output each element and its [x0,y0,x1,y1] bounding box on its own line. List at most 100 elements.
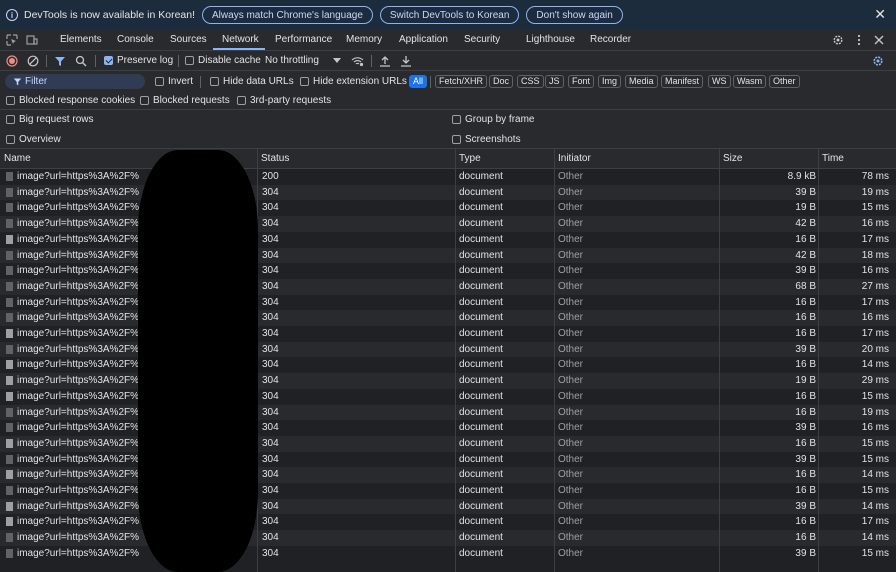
column-header-status[interactable]: Status [261,149,289,168]
column-header-type[interactable]: Type [459,149,481,168]
request-initiator[interactable]: Other [558,514,583,530]
clear-icon[interactable] [27,55,39,67]
table-row[interactable]: image?url=https%3A%2F%2 -minio-api 304 d… [0,357,896,373]
table-row[interactable]: image?url=https%3A%2F%2 -minio-ap 304 do… [0,263,896,279]
table-row[interactable]: image?url=https%3A%2F%2 -minio-api 304 d… [0,514,896,530]
request-initiator[interactable]: Other [558,373,583,389]
invert-checkbox[interactable] [155,77,164,86]
request-initiator[interactable]: Other [558,389,583,405]
screenshots-checkbox[interactable] [452,135,461,144]
table-row[interactable]: image?url=https%3A%2F%2 -minio-api 304 d… [0,546,896,562]
tab-application[interactable]: Application [399,30,448,50]
table-row[interactable]: image?url=https%3A%2F%2 -minio-api 304 d… [0,452,896,468]
table-row[interactable]: image?url=https%3A%2F%2 -minio-ap 304 do… [0,326,896,342]
table-row[interactable]: image?url=https%3A%2F%2 -minio-ap 200 do… [0,169,896,185]
type-filter-other[interactable]: Other [769,75,800,88]
network-settings-gear-icon[interactable] [872,55,884,67]
more-options-icon[interactable] [853,34,865,46]
inspect-element-icon[interactable] [6,34,18,46]
request-initiator[interactable]: Other [558,405,583,421]
tab-security[interactable]: Security [464,30,500,50]
table-row[interactable]: image?url=https%3A%2F%2 -minio-api 304 d… [0,404,896,421]
table-row[interactable]: image?url=https%3A%2F%2 -minio-ap 304 do… [0,310,896,326]
disable-cache-checkbox[interactable] [185,56,194,65]
table-row[interactable]: image?url=https%3A%2F%2 -minio-ap 304 do… [0,247,896,264]
table-row[interactable]: image?url=https%3A%2F%2 -minio-ap 304 do… [0,184,896,201]
tab-sources[interactable]: Sources [170,30,207,50]
group-by-frame-checkbox[interactable] [452,115,461,124]
dont-show-again-button[interactable]: Don't show again [526,6,623,24]
request-initiator[interactable]: Other [558,295,583,311]
request-initiator[interactable]: Other [558,499,583,515]
stop-recording-icon[interactable] [6,55,18,67]
close-infobar-icon[interactable]: ✕ [874,6,886,23]
table-row[interactable]: image?url=https%3A%2F%2 -minio-ap 304 do… [0,216,896,232]
request-initiator[interactable]: Other [558,263,583,279]
tab-network[interactable]: Network [222,30,259,50]
table-row[interactable]: image?url=https%3A%2F%2 -minio-ap 304 do… [0,200,896,216]
match-chrome-language-button[interactable]: Always match Chrome's language [202,6,373,24]
column-header-initiator[interactable]: Initiator [558,149,591,168]
big-request-rows-checkbox[interactable] [6,115,15,124]
table-row[interactable]: image?url=https%3A%2F%2 -minio-api 304 d… [0,420,896,436]
request-initiator[interactable]: Other [558,216,583,232]
tab-console[interactable]: Console [117,30,154,50]
request-initiator[interactable]: Other [558,357,583,373]
overview-checkbox[interactable] [6,135,15,144]
request-initiator[interactable]: Other [558,248,583,264]
filter-input[interactable]: Filter [5,74,145,89]
request-initiator[interactable]: Other [558,326,583,342]
table-row[interactable]: image?url=https%3A%2F%2 -minio-ap 304 do… [0,232,896,248]
close-devtools-icon[interactable] [873,34,885,46]
column-header-name[interactable]: Name [4,149,31,168]
request-initiator[interactable]: Other [558,546,583,562]
type-filter-js[interactable]: JS [545,75,564,88]
column-header-size[interactable]: Size [723,149,742,168]
tab-performance[interactable]: Performance [275,30,332,50]
type-filter-fetch-xhr[interactable]: Fetch/XHR [435,75,488,88]
column-header-time[interactable]: Time [822,149,844,168]
type-filter-css[interactable]: CSS [517,75,544,88]
request-initiator[interactable]: Other [558,279,583,295]
switch-to-korean-button[interactable]: Switch DevTools to Korean [379,6,520,24]
request-initiator[interactable]: Other [558,200,583,216]
tab-lighthouse[interactable]: Lighthouse [526,30,575,50]
request-initiator[interactable]: Other [558,310,583,326]
table-row[interactable]: image?url=https%3A%2F%2 -minio-ap 304 do… [0,278,896,295]
hide-data-urls-checkbox[interactable] [210,77,219,86]
request-initiator[interactable]: Other [558,467,583,483]
type-filter-ws[interactable]: WS [708,75,731,88]
blocked-response-cookies-checkbox[interactable] [6,96,15,105]
filter-icon[interactable] [54,55,66,67]
request-initiator[interactable]: Other [558,452,583,468]
table-row[interactable]: image?url=https%3A%2F%2 -minio-api 304 d… [0,483,896,499]
export-har-icon[interactable] [400,55,412,67]
type-filter-font[interactable]: Font [568,75,595,88]
import-har-icon[interactable] [379,55,391,67]
request-initiator[interactable]: Other [558,169,583,185]
table-row[interactable]: image?url=https%3A%2F%2 -minio-api 304 d… [0,373,896,389]
request-initiator[interactable]: Other [558,420,583,436]
request-initiator[interactable]: Other [558,185,583,201]
table-row[interactable]: image?url=https%3A%2F%2 -minio-api 304 d… [0,435,896,452]
search-icon[interactable] [75,55,87,67]
network-conditions-icon[interactable] [351,55,364,67]
third-party-requests-checkbox[interactable] [237,96,246,105]
table-row[interactable]: image?url=https%3A%2F%2 -minio-api 304 d… [0,498,896,515]
preserve-log-checkbox[interactable] [104,56,113,65]
request-initiator[interactable]: Other [558,530,583,546]
blocked-requests-checkbox[interactable] [140,96,149,105]
hide-extension-urls-checkbox[interactable] [300,77,309,86]
request-initiator[interactable]: Other [558,483,583,499]
table-row[interactable]: image?url=https%3A%2F%2 -minio-ap 304 do… [0,341,896,358]
request-initiator[interactable]: Other [558,342,583,358]
tab-recorder[interactable]: Recorder [590,30,631,50]
tab-elements[interactable]: Elements [60,30,102,50]
type-filter-img[interactable]: Img [598,75,622,88]
gear-icon[interactable] [832,34,844,46]
type-filter-all[interactable]: All [409,75,428,88]
type-filter-media[interactable]: Media [625,75,658,88]
request-initiator[interactable]: Other [558,436,583,452]
table-row[interactable]: image?url=https%3A%2F%2 -minio-ap 304 do… [0,295,896,311]
type-filter-doc[interactable]: Doc [489,75,514,88]
